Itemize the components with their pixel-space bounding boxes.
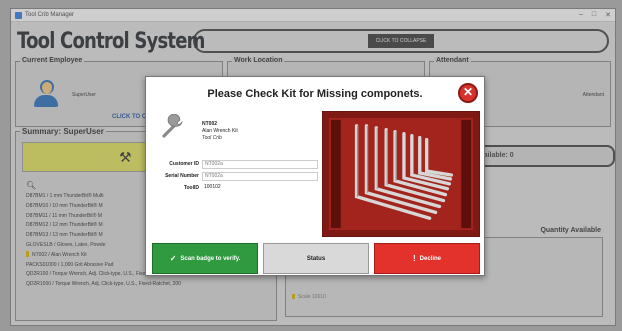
- tool-id-label: ToolID: [183, 185, 199, 191]
- check-kit-dialog: Please Check Kit for Missing componets. …: [145, 76, 485, 276]
- tool-id-value: 100102: [204, 183, 221, 190]
- customer-id-label: Customer ID: [169, 161, 199, 167]
- kit-fields: Customer ID NT002a Serial Number NT002a …: [150, 159, 318, 195]
- decline-label: Decline: [419, 255, 441, 262]
- kit-info: NT002 Alan Wrench Kit Tool Crib: [202, 121, 238, 142]
- serial-number-field[interactable]: NT002a: [202, 171, 318, 181]
- wrench-icon: [162, 114, 183, 138]
- exclamation-icon: !: [412, 254, 416, 263]
- kit-name: Alan Wrench Kit: [202, 128, 238, 134]
- customer-id-field[interactable]: NT002a: [202, 159, 318, 169]
- status-button[interactable]: Status: [263, 243, 369, 274]
- tool-id-row: ToolID 100102: [150, 183, 318, 193]
- serial-number-label: Serial Number: [165, 173, 199, 179]
- dialog-title: Please Check Kit for Missing componets.: [207, 88, 423, 100]
- serial-number-row: Serial Number NT002a: [150, 171, 318, 181]
- close-icon[interactable]: ✕: [458, 83, 478, 103]
- scan-badge-button[interactable]: ✓ Scan badge to verify.: [152, 243, 258, 274]
- customer-id-row: Customer ID NT002a: [150, 159, 318, 169]
- scan-badge-label: Scan badge to verify.: [180, 255, 241, 262]
- status-label: Status: [306, 255, 326, 262]
- kit-photo: [322, 111, 480, 237]
- kit-crib: Tool Crib: [202, 135, 222, 141]
- kit-id: NT002: [202, 121, 218, 127]
- decline-button[interactable]: ! Decline: [374, 243, 480, 274]
- checkmark-icon: ✓: [169, 254, 177, 263]
